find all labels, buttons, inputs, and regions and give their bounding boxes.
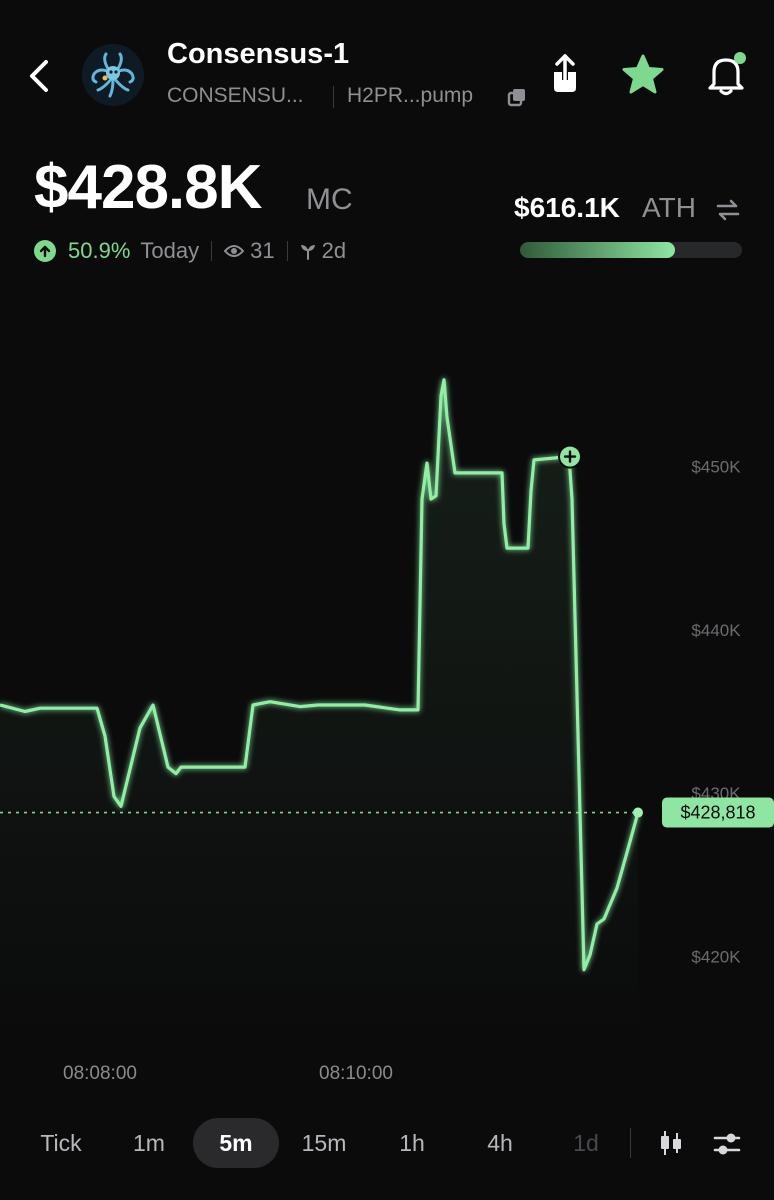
price-chart[interactable]: $450K$440K$430K$420K 08:08:00 08:10:00 $4… xyxy=(0,280,774,1100)
timeframe-15m[interactable]: 15m xyxy=(292,1118,356,1168)
divider xyxy=(333,86,334,108)
market-cap-label: MC xyxy=(306,183,353,216)
token-avatar xyxy=(82,44,144,106)
current-price-badge: $428,818 xyxy=(662,797,774,828)
divider xyxy=(286,241,288,261)
bell-icon[interactable] xyxy=(700,48,752,100)
y-axis: $450K$440K$430K$420K xyxy=(691,457,741,966)
price-area xyxy=(0,379,638,1040)
add-marker-icon[interactable] xyxy=(558,444,582,469)
y-tick-label: $440K xyxy=(691,621,741,640)
star-icon[interactable] xyxy=(620,52,666,98)
token-name: Consensus-1 xyxy=(167,38,350,70)
change-period: Today xyxy=(140,238,200,263)
stats-row: 50.9% Today 31 2d xyxy=(34,236,346,266)
share-icon[interactable] xyxy=(544,50,586,98)
timeframe-tick[interactable]: Tick xyxy=(26,1118,96,1168)
copy-icon[interactable] xyxy=(506,86,528,108)
token-address[interactable]: H2PR...pump xyxy=(347,84,473,108)
timeframe-bar: Tick 1m 5m 15m 1h 4h 1d xyxy=(0,1118,774,1170)
viewers-count: 31 xyxy=(250,238,275,263)
x-axis: 08:08:00 08:10:00 xyxy=(63,1063,393,1084)
token-age: 2d xyxy=(321,238,347,263)
y-tick-label: $420K xyxy=(691,948,741,967)
settings-sliders-icon[interactable] xyxy=(712,1130,742,1158)
candlestick-icon[interactable] xyxy=(656,1128,686,1158)
ath-progress-bar xyxy=(520,242,742,258)
current-price-label: $428,818 xyxy=(680,803,755,823)
timeframe-1d[interactable]: 1d xyxy=(556,1118,616,1168)
x-tick-label: 08:10:00 xyxy=(319,1063,393,1084)
ath-progress-fill xyxy=(520,242,676,258)
token-symbol: CONSENSU... xyxy=(167,84,304,107)
sprout-icon xyxy=(300,245,315,260)
x-tick-label: 08:08:00 xyxy=(63,1063,137,1084)
arrow-up-icon xyxy=(34,240,56,262)
divider xyxy=(211,241,213,261)
y-tick-label: $450K xyxy=(691,457,741,476)
divider xyxy=(630,1128,631,1158)
timeframe-5m[interactable]: 5m xyxy=(193,1118,279,1168)
change-percent: 50.9% xyxy=(68,238,131,263)
timeframe-4h[interactable]: 4h xyxy=(470,1118,530,1168)
swap-arrows-icon[interactable] xyxy=(714,196,742,224)
back-chevron-icon[interactable] xyxy=(22,52,62,100)
timeframe-1h[interactable]: 1h xyxy=(382,1118,442,1168)
market-cap-value: $428.8K xyxy=(34,153,262,222)
ath-label: ATH xyxy=(642,192,696,223)
ath-value: $616.1K xyxy=(514,192,620,223)
eye-icon xyxy=(224,245,245,257)
timeframe-1m[interactable]: 1m xyxy=(118,1118,180,1168)
current-price-dot xyxy=(633,807,643,818)
